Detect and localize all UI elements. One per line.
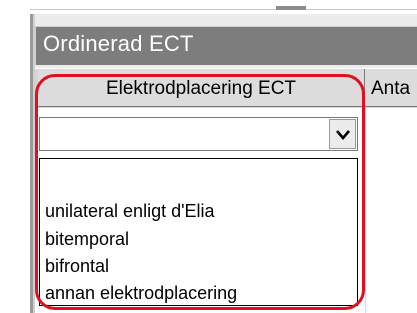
- dropdown-button[interactable]: [329, 119, 356, 149]
- top-divider: [30, 9, 417, 10]
- elektrodplacering-combobox[interactable]: [39, 117, 358, 151]
- table-header: Elektrodplacering ECT Anta: [35, 68, 417, 108]
- top-strip: [0, 0, 417, 14]
- section-title-bar: Ordinerad ECT: [35, 26, 417, 65]
- column-header-anta[interactable]: Anta: [365, 69, 417, 107]
- chevron-down-icon: [336, 130, 350, 140]
- dropdown-option-bitemporal[interactable]: bitemporal: [45, 229, 129, 250]
- column-header-elektrodplacering[interactable]: Elektrodplacering ECT: [38, 69, 365, 107]
- dropdown-option-annan[interactable]: annan elektrodplacering: [45, 283, 237, 304]
- dropdown-option-bifrontal[interactable]: bifrontal: [45, 256, 109, 277]
- splitter-handle[interactable]: [276, 6, 306, 10]
- column-separator: [365, 108, 366, 313]
- dropdown-option-unilateral[interactable]: unilateral enligt d'Elia: [45, 201, 215, 222]
- section-title: Ordinerad ECT: [43, 31, 194, 56]
- dropdown-list: unilateral enligt d'Elia bitemporal bifr…: [39, 158, 358, 306]
